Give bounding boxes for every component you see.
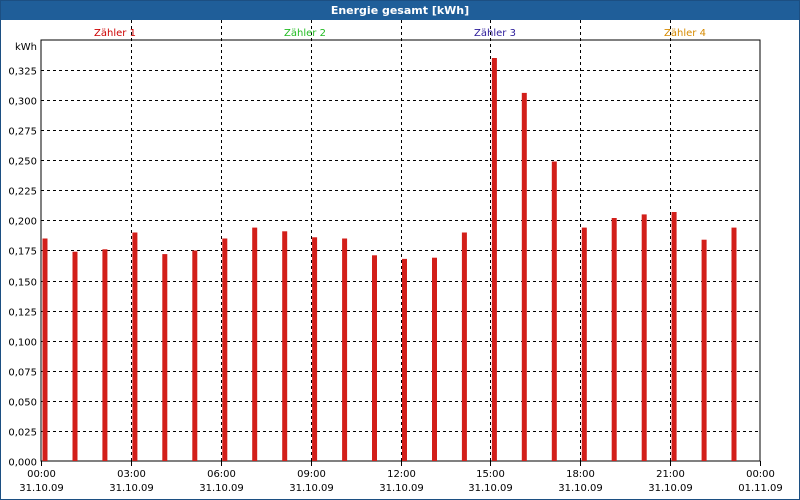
- x-tick-time: 15:00: [476, 469, 505, 480]
- plot-area: [40, 39, 761, 462]
- x-tick-date: 31.10.09: [109, 483, 154, 494]
- bar: [132, 232, 138, 461]
- y-tick-label: 0,175: [8, 247, 37, 258]
- x-tick-date: 31.10.09: [379, 483, 424, 494]
- y-axis-label: kWh: [15, 42, 37, 53]
- bar: [671, 212, 677, 461]
- y-tick-label: 0,050: [8, 398, 37, 409]
- bar: [72, 251, 78, 461]
- y-tick-label: 0,075: [8, 368, 37, 379]
- bar: [102, 249, 108, 461]
- y-tick-label: 0,275: [8, 127, 37, 138]
- y-tick-label: 0,225: [8, 187, 37, 198]
- bar: [162, 254, 168, 461]
- x-tick-time: 00:00: [746, 469, 775, 480]
- x-tick-date: 31.10.09: [558, 483, 603, 494]
- bar: [402, 258, 407, 461]
- bar: [192, 250, 198, 461]
- legend-item: Zähler 2: [284, 28, 326, 39]
- y-tick-label: 0,000: [8, 458, 37, 469]
- x-tick-time: 00:00: [27, 469, 56, 480]
- bar: [611, 218, 617, 461]
- bar: [521, 92, 527, 462]
- x-tick-date: 31.10.09: [468, 483, 513, 494]
- bar: [461, 232, 467, 461]
- bar: [491, 58, 497, 461]
- bar: [42, 238, 48, 461]
- bar: [312, 237, 318, 461]
- x-tick-date: 31.10.09: [289, 483, 334, 494]
- bar: [641, 214, 647, 461]
- y-tick-label: 0,200: [8, 217, 37, 228]
- bar: [282, 231, 288, 461]
- bar: [551, 161, 557, 461]
- y-tick-label: 0,150: [8, 278, 37, 289]
- x-tick-date: 31.10.09: [648, 483, 693, 494]
- y-tick-label: 0,250: [8, 157, 37, 168]
- x-tick-date: 31.10.09: [199, 483, 244, 494]
- x-tick-date: 31.10.09: [19, 483, 64, 494]
- bar: [701, 239, 707, 461]
- x-tick-time: 06:00: [207, 469, 236, 480]
- bar: [252, 227, 258, 461]
- x-tick-time: 03:00: [117, 469, 146, 480]
- legend-item: Zähler 4: [664, 28, 706, 39]
- y-tick-label: 0,025: [8, 428, 37, 439]
- x-tick-date: 01.11.09: [738, 483, 783, 494]
- y-tick-label: 0,125: [8, 308, 37, 319]
- bar: [432, 257, 437, 461]
- x-tick-time: 21:00: [656, 469, 685, 480]
- bar: [222, 238, 228, 461]
- bar: [372, 255, 377, 461]
- bar: [581, 227, 587, 461]
- bar: [731, 227, 737, 461]
- y-tick-label: 0,325: [8, 67, 37, 78]
- energy-chart: 0,000 0,025 0,050 0,075 0,100 0,125 0,150 0,175…: [8, 20, 783, 494]
- legend-item: Zähler 3: [474, 28, 516, 39]
- legend-item: Zähler 1: [94, 28, 136, 39]
- x-tick-time: 18:00: [566, 469, 595, 480]
- y-tick-label: 0,300: [8, 97, 37, 108]
- x-tick-time: 12:00: [387, 469, 416, 480]
- bar: [342, 238, 348, 461]
- x-tick-time: 09:00: [297, 469, 326, 480]
- y-tick-label: 0,100: [8, 338, 37, 349]
